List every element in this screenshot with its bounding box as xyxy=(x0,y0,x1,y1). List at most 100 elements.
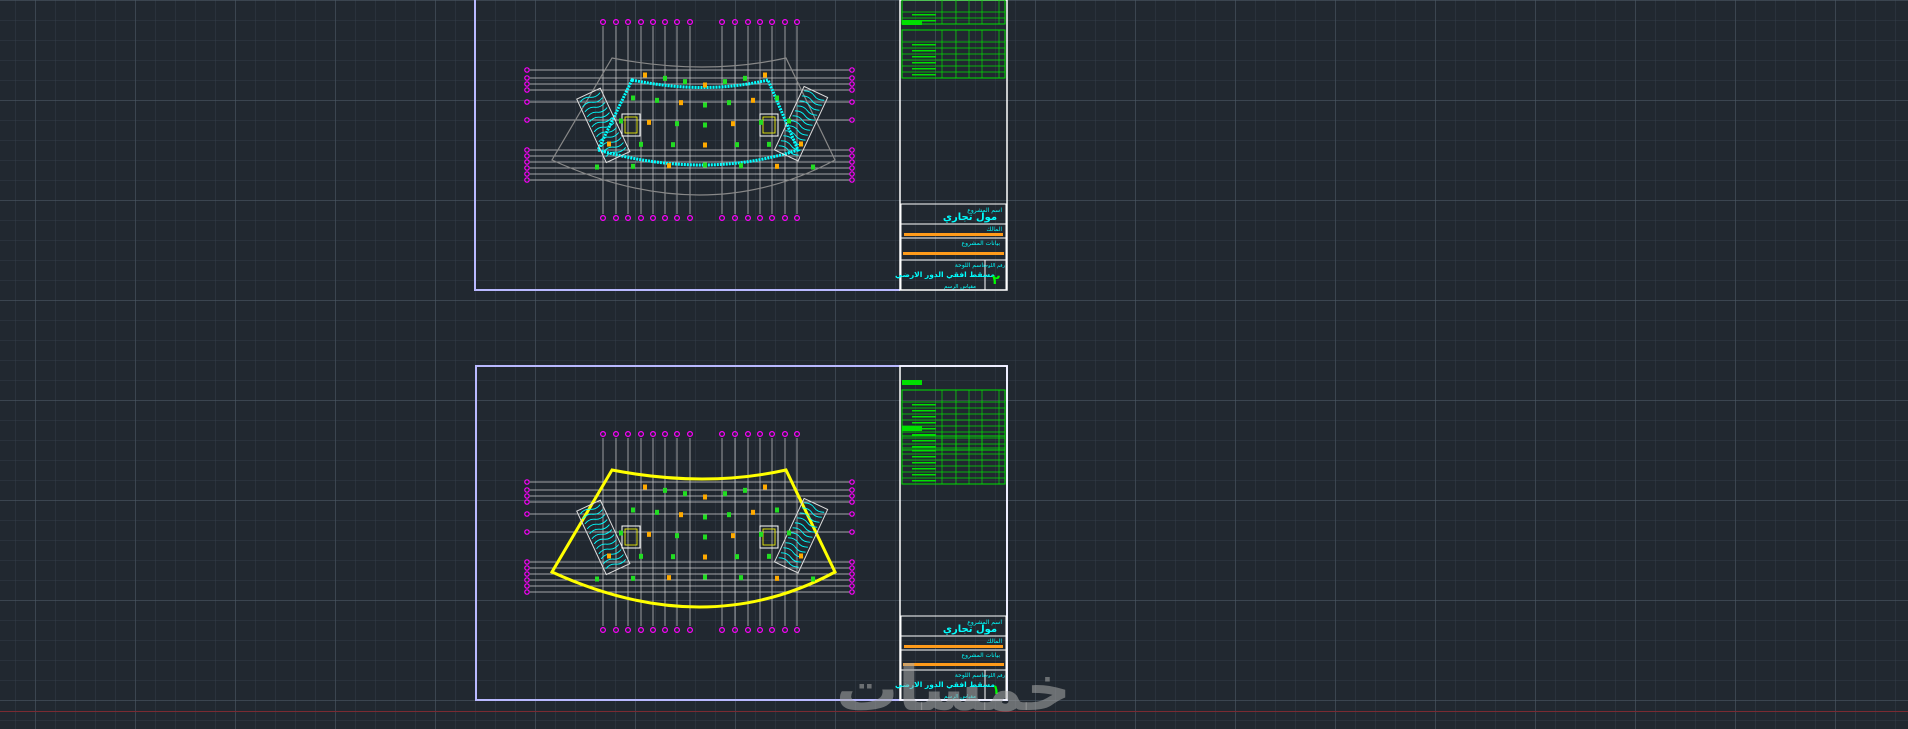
column xyxy=(787,118,791,124)
schedule-cell-text xyxy=(912,62,936,64)
grid-bubble xyxy=(524,493,530,499)
stair-tread xyxy=(780,552,801,563)
grid-bubble xyxy=(731,626,738,633)
grid-bubble xyxy=(849,583,855,589)
grid-bubble xyxy=(524,559,530,565)
drawing-label: اسم اللوحة xyxy=(955,262,983,269)
grid-bubble xyxy=(793,19,800,26)
grid-bubble xyxy=(768,626,775,633)
column xyxy=(667,575,671,581)
column xyxy=(639,141,643,147)
grid-bubble xyxy=(524,565,530,571)
column xyxy=(675,533,679,539)
grid-bubble xyxy=(612,431,619,438)
schedule-cell-text xyxy=(912,456,936,458)
stair-tread xyxy=(801,507,822,518)
watermark-logo: خمسات xyxy=(836,652,1071,725)
column xyxy=(703,554,707,560)
drawing-name: مسقط افقي الدور الارضي xyxy=(895,270,995,279)
column xyxy=(799,553,803,559)
grid-bubble xyxy=(744,431,751,438)
grid-bubble xyxy=(524,153,530,159)
grid-bubble xyxy=(524,159,530,165)
schedule-cell-text xyxy=(912,410,936,412)
column xyxy=(723,491,727,497)
project-name: مول تجاري xyxy=(943,212,997,223)
column xyxy=(703,494,707,500)
stair-tread xyxy=(785,130,806,141)
grid-bubble xyxy=(599,431,606,438)
grid-bubble xyxy=(649,19,656,26)
schedule-cell-text xyxy=(912,74,936,76)
grid-bubble xyxy=(756,626,763,633)
schedule-cell-text xyxy=(912,50,936,52)
grid-bubble xyxy=(524,571,530,577)
grid-bubble xyxy=(624,215,631,222)
column xyxy=(811,164,815,170)
title-block-tables xyxy=(901,380,1006,485)
column xyxy=(731,121,735,127)
grid-bubble xyxy=(718,431,725,438)
grid-bubble xyxy=(524,529,530,535)
grid-bubble xyxy=(849,87,855,93)
column xyxy=(703,534,707,540)
grid-bubble xyxy=(524,487,530,493)
floor-plan[interactable] xyxy=(524,19,855,222)
core-inner xyxy=(762,528,776,546)
grid-bubble xyxy=(781,19,788,26)
column xyxy=(671,142,675,148)
grid-bubble xyxy=(637,626,644,633)
floor-plan[interactable] xyxy=(524,431,855,633)
grid-bubble xyxy=(686,215,693,222)
column xyxy=(727,100,731,106)
column xyxy=(679,512,683,518)
grid-bubble xyxy=(849,577,855,583)
schedule-cell-text xyxy=(912,56,936,58)
grid-bubble xyxy=(849,67,855,73)
column xyxy=(759,119,763,125)
column xyxy=(775,163,779,169)
grid-bubble xyxy=(612,19,619,26)
column xyxy=(703,82,707,88)
schedule-cell-text xyxy=(912,446,936,448)
schedule-title xyxy=(902,380,922,385)
schedule-cell-text xyxy=(912,434,936,436)
grid-bubble xyxy=(524,499,530,505)
grid-bubble xyxy=(793,626,800,633)
column xyxy=(703,122,707,128)
column xyxy=(631,507,635,513)
grid-bubble xyxy=(599,19,606,26)
grid-bubble xyxy=(793,215,800,222)
scale-label: مقياس الرسم xyxy=(944,284,976,290)
grid-bubble xyxy=(781,431,788,438)
stair-tread xyxy=(790,120,811,131)
column xyxy=(703,162,707,168)
drawing-sheet-top[interactable] xyxy=(474,0,1008,291)
grid-bubble xyxy=(781,215,788,222)
stair-tread xyxy=(787,537,808,548)
grid-bubble xyxy=(793,431,800,438)
column xyxy=(739,575,743,581)
column xyxy=(775,95,779,101)
grid-bubble xyxy=(599,215,606,222)
grid-bubble xyxy=(524,577,530,583)
grid-bubble xyxy=(849,571,855,577)
schedule-title xyxy=(902,20,922,25)
grid-bubble xyxy=(524,583,530,589)
grid-bubble xyxy=(849,493,855,499)
column xyxy=(663,487,667,493)
grid-bubble xyxy=(524,117,530,123)
owner-label: المالك xyxy=(986,226,1002,233)
grid-bubble xyxy=(849,479,855,485)
grid-bubble xyxy=(661,626,668,633)
grid-bubble xyxy=(524,147,530,153)
column xyxy=(647,119,651,125)
grid-bubble xyxy=(637,215,644,222)
grid-bubble xyxy=(768,215,775,222)
grid-bubble xyxy=(661,215,668,222)
grid-bubble xyxy=(524,81,530,87)
cad-drawing[interactable]: اسم المشروع مول تجاري المالك بيانات المش… xyxy=(0,0,1908,729)
stair-tread xyxy=(792,115,813,126)
grid-bubble xyxy=(744,19,751,26)
grid-bubble xyxy=(849,529,855,535)
